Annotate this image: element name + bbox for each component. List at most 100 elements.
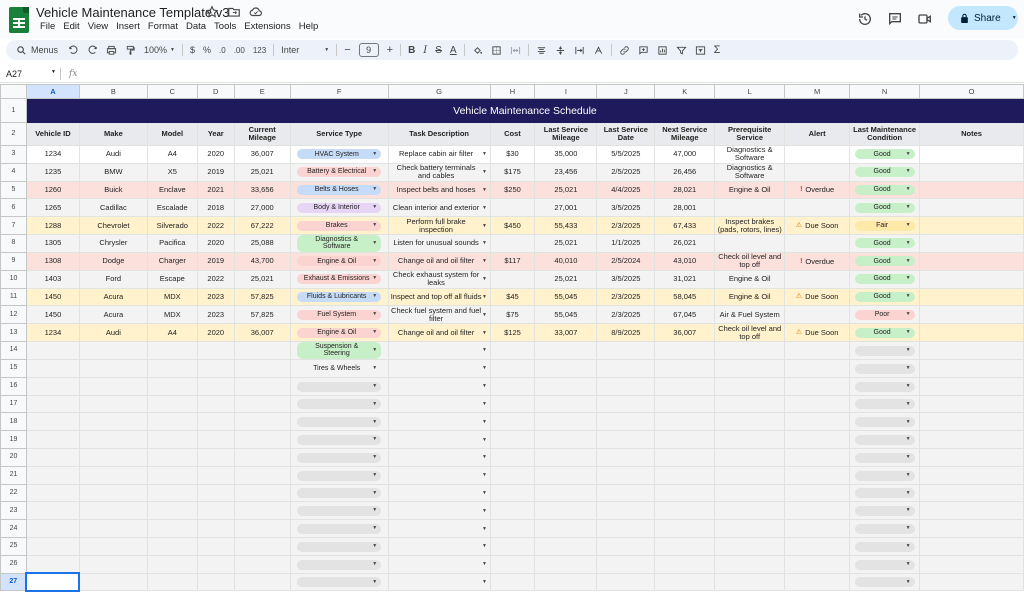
functions-icon[interactable]: Σ [710, 40, 725, 60]
cell-cost[interactable]: $450 [489, 216, 536, 235]
cell-model[interactable]: Escape [146, 269, 198, 289]
cell-next-service-mileage[interactable]: 36,007 [654, 323, 716, 342]
cell-condition[interactable]: ▼ [849, 394, 921, 414]
cell-service-type[interactable]: HVAC System ▼ [289, 145, 389, 164]
cell-prerequisite-service[interactable]: Check oil level and top off [714, 323, 786, 342]
text-rotation-icon[interactable] [589, 40, 608, 60]
empty-cell[interactable] [196, 554, 235, 574]
empty-cell[interactable] [534, 447, 598, 467]
cell-task-description[interactable]: ▼ [387, 394, 491, 414]
empty-cell[interactable] [784, 572, 851, 592]
empty-cell[interactable] [78, 572, 148, 592]
cell-year[interactable]: 2020 [196, 145, 235, 164]
condition-chip[interactable]: ▼ [854, 363, 915, 374]
header-current-mileage[interactable]: Current Mileage [233, 122, 291, 146]
cell-notes[interactable] [919, 447, 1024, 467]
empty-cell[interactable] [25, 483, 80, 503]
cell-vehicle-id[interactable]: 1235 [25, 162, 80, 182]
service-type-chip[interactable]: ▼ [297, 506, 382, 517]
condition-chip[interactable]: Good ▼ [854, 327, 915, 338]
task-dropdown[interactable]: ▼ [391, 364, 488, 372]
header-year[interactable]: Year [196, 122, 235, 146]
column-header-h[interactable]: H [489, 84, 536, 99]
task-dropdown[interactable]: Change oil and oil filter ▼ [391, 257, 488, 265]
empty-cell[interactable] [489, 501, 536, 521]
cell-year[interactable]: 2023 [196, 305, 235, 325]
empty-cell[interactable] [596, 340, 656, 360]
empty-cell[interactable] [534, 519, 598, 538]
cell-last-service-date[interactable]: 3/5/2025 [596, 269, 656, 289]
service-type-chip[interactable]: Suspension & Steering ▼ [297, 342, 382, 359]
cell-task-description[interactable]: Check battery terminals and cables ▼ [387, 162, 491, 182]
cell-last-service-mileage[interactable]: 23,456 [534, 162, 598, 182]
spreadsheet-grid[interactable]: A B C D E F G H I J K L M N O 1 Vehicle Maintenance Sche… [0, 84, 1024, 592]
cell-alert[interactable] [784, 269, 851, 289]
decrease-font-size-button[interactable]: − [340, 40, 354, 60]
service-type-chip[interactable]: ▼ [297, 524, 382, 535]
cell-prerequisite-service[interactable] [714, 198, 786, 218]
condition-chip[interactable]: ▼ [854, 345, 915, 356]
cell-condition[interactable]: Good ▼ [849, 162, 921, 182]
condition-chip[interactable]: ▼ [854, 524, 915, 535]
header-notes[interactable]: Notes [919, 122, 1024, 146]
row-header-14[interactable]: 14 [0, 340, 27, 360]
empty-cell[interactable] [233, 483, 291, 503]
cell-vehicle-id[interactable]: 1288 [25, 216, 80, 235]
cell-task-description[interactable]: Inspect belts and hoses ▼ [387, 180, 491, 200]
empty-cell[interactable] [784, 519, 851, 538]
cell-task-description[interactable]: ▼ [387, 554, 491, 574]
task-dropdown[interactable]: ▼ [391, 471, 488, 479]
empty-cell[interactable] [233, 572, 291, 592]
share-dropdown-icon[interactable]: ▼ [1012, 15, 1017, 21]
empty-cell[interactable] [534, 465, 598, 485]
cell-service-type[interactable]: ▼ [289, 376, 389, 396]
cell-prerequisite-service[interactable]: Engine & Oil [714, 287, 786, 307]
empty-cell[interactable] [714, 501, 786, 521]
cell-prerequisite-service[interactable]: Air & Fuel System [714, 305, 786, 325]
row-header-24[interactable]: 24 [0, 519, 27, 538]
cell-year[interactable]: 2022 [196, 269, 235, 289]
cell-cost[interactable] [489, 269, 536, 289]
cell-cost[interactable]: $45 [489, 287, 536, 307]
increase-font-size-button[interactable]: + [383, 40, 397, 60]
column-header-o[interactable]: O [919, 84, 1024, 99]
cell-last-service-date[interactable]: 3/5/2025 [596, 198, 656, 218]
task-dropdown[interactable]: ▼ [391, 453, 488, 461]
empty-cell[interactable] [489, 394, 536, 414]
cell-model[interactable]: MDX [146, 287, 198, 307]
cell-condition[interactable]: ▼ [849, 412, 921, 432]
empty-cell[interactable] [534, 483, 598, 503]
cell-service-type[interactable]: Diagnostics & Software ▼ [289, 233, 389, 253]
cell-service-type[interactable]: Battery & Electrical ▼ [289, 162, 389, 182]
cell-make[interactable]: Ford [78, 269, 148, 289]
cell-vehicle-id[interactable]: 1403 [25, 269, 80, 289]
cell-make[interactable]: Audi [78, 323, 148, 342]
cell-service-type[interactable]: ▼ [289, 483, 389, 503]
empty-cell[interactable] [534, 554, 598, 574]
cell-next-service-mileage[interactable]: 26,456 [654, 162, 716, 182]
service-type-chip[interactable]: ▼ [297, 470, 382, 481]
cell-vehicle-id[interactable]: 1450 [25, 305, 80, 325]
menu-file[interactable]: File [36, 21, 59, 32]
cell-condition[interactable]: ▼ [849, 572, 921, 592]
empty-cell[interactable] [714, 536, 786, 556]
service-type-chip[interactable]: ▼ [297, 559, 382, 570]
cell-cost[interactable]: $30 [489, 145, 536, 164]
cell-current-mileage[interactable]: 27,000 [233, 198, 291, 218]
cell-condition[interactable]: ▼ [849, 447, 921, 467]
header-last-maintenance-condition[interactable]: Last Maintenance Condition [849, 122, 921, 146]
empty-cell[interactable] [596, 483, 656, 503]
star-icon[interactable] [205, 5, 219, 19]
cell-task-description[interactable]: ▼ [387, 465, 491, 485]
row-header-6[interactable]: 6 [0, 198, 27, 218]
empty-cell[interactable] [78, 483, 148, 503]
empty-cell[interactable] [596, 430, 656, 449]
cell-notes[interactable] [919, 536, 1024, 556]
task-dropdown[interactable]: Check exhaust system for leaks ▼ [391, 271, 488, 287]
empty-cell[interactable] [146, 554, 198, 574]
cell-model[interactable]: A4 [146, 323, 198, 342]
cell-make[interactable]: BMW [78, 162, 148, 182]
service-type-chip[interactable]: ▼ [297, 452, 382, 463]
empty-cell[interactable] [146, 572, 198, 592]
cell-service-type[interactable]: Body & Interior ▼ [289, 198, 389, 218]
